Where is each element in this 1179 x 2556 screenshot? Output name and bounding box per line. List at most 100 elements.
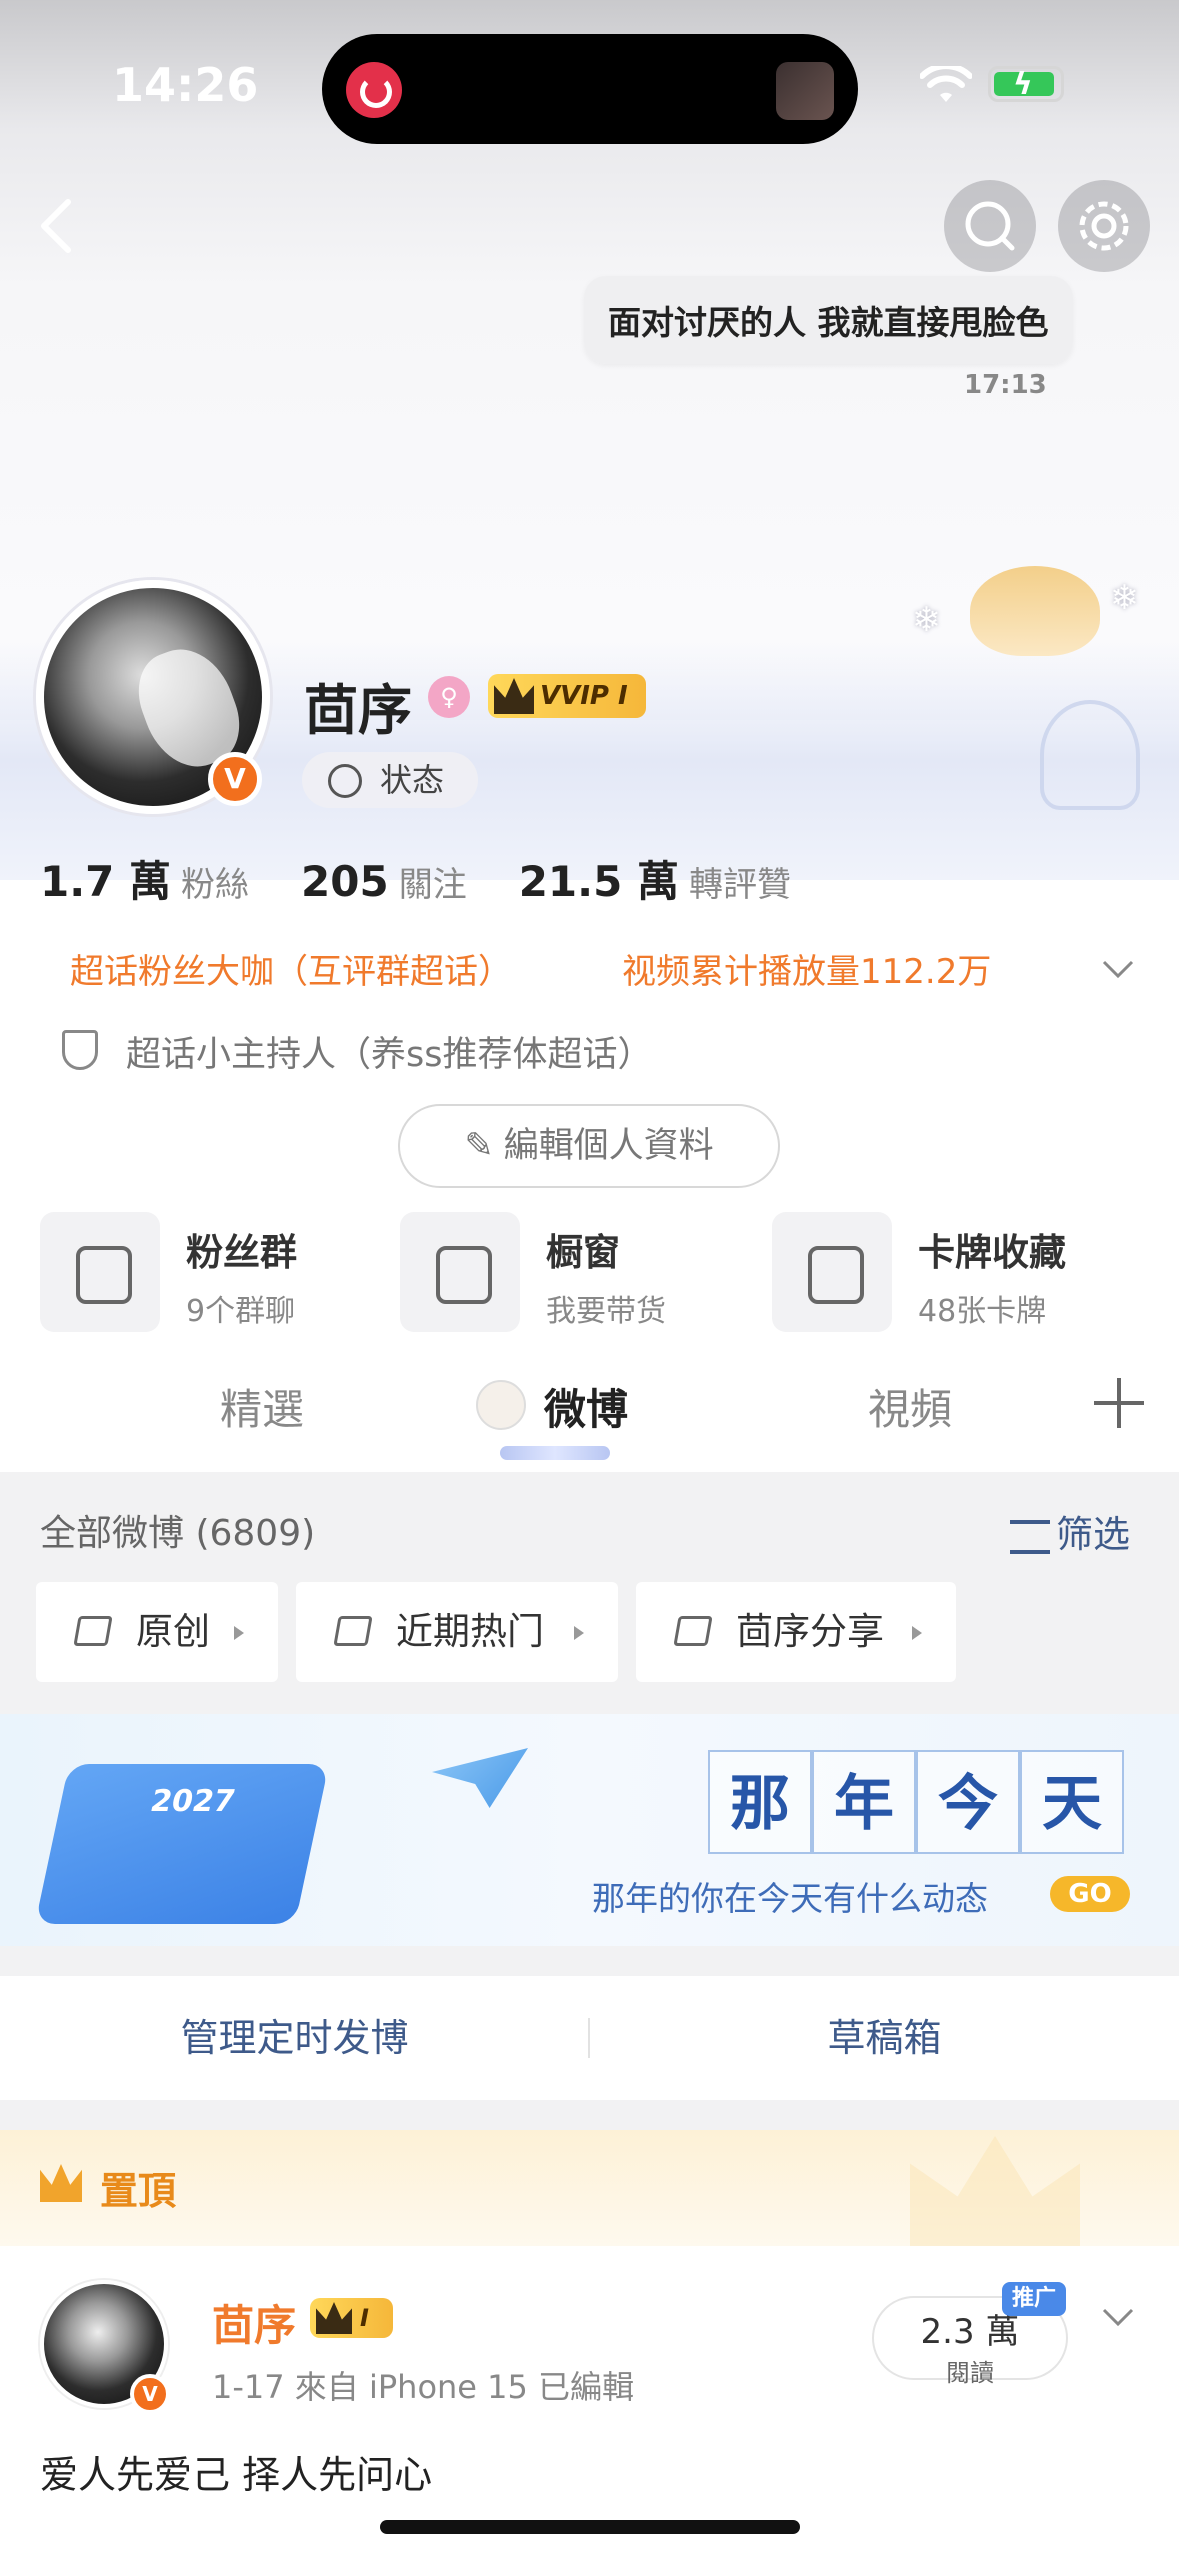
drafts-button[interactable]: 草稿箱	[590, 1976, 1179, 2100]
reads-label: 閱讀	[946, 2359, 994, 2387]
layers-icon	[333, 1616, 373, 1646]
vvip-badge-label: VVIP I	[540, 681, 628, 711]
bell-bow-decoration	[1040, 700, 1140, 810]
banner-char: 年	[812, 1750, 916, 1854]
profile-tag[interactable]: 超话粉丝大咖（互评群超话）	[70, 944, 512, 993]
feature-subtitle: 48张卡牌	[918, 1294, 1047, 1329]
banner-char: 今	[916, 1750, 1020, 1854]
calendar-year: 2027	[147, 1784, 239, 1819]
snowflake-icon: ❄	[1110, 578, 1139, 618]
feature-showcase[interactable]: 橱窗 我要带货	[400, 1212, 740, 1332]
battery-icon: ϟ	[988, 66, 1064, 102]
promote-badge[interactable]: 推广	[1002, 2282, 1066, 2316]
filter-label: 筛选	[1056, 1513, 1130, 1556]
chevron-down-icon[interactable]	[1100, 950, 1136, 986]
layers-icon	[73, 1616, 113, 1646]
following-label[interactable]: 關注	[399, 865, 467, 905]
chip-share[interactable]: 茴序分享	[636, 1582, 956, 1682]
post-text[interactable]: 爱人先爱己 择人先问心	[40, 2444, 432, 2499]
tab-featured[interactable]: 精選	[220, 1376, 304, 1437]
feature-subtitle: 9个群聊	[186, 1294, 296, 1329]
shield-icon	[62, 1030, 98, 1070]
sort-filter-icon	[1010, 1519, 1050, 1554]
chip-label: 近期热门	[396, 1610, 544, 1653]
triangle-right-icon	[912, 1626, 922, 1640]
dynamic-island	[322, 34, 858, 144]
vvip-badge[interactable]: VVIP I	[488, 674, 646, 718]
search-button[interactable]	[944, 180, 1036, 272]
pinned-label: 置頂	[100, 2169, 177, 2213]
snowflake-icon: ❄	[912, 600, 941, 640]
chip-label: 原创	[136, 1610, 210, 1653]
smiley-plus-icon	[328, 764, 362, 798]
banner-subtitle: 那年的你在今天有什么动态	[592, 1879, 988, 1918]
snowman-icon	[476, 1380, 526, 1430]
section-divider	[0, 2100, 1179, 2130]
status-button[interactable]: 状态	[302, 752, 478, 808]
feature-title: 橱窗	[546, 1231, 620, 1274]
chip-original[interactable]: 原创	[36, 1582, 278, 1682]
edit-profile-label: 編輯個人資料	[503, 1126, 714, 1166]
add-tab-plus-icon[interactable]	[1094, 1378, 1144, 1428]
post-meta: 1-17 來自 iPhone 15 已編輯	[212, 2368, 635, 2406]
feature-fan-group[interactable]: 粉丝群 9个群聊	[40, 1212, 380, 1332]
honor-row[interactable]: 超话小主持人（养ss推荐体超话）	[62, 1026, 652, 1077]
chevron-down-icon[interactable]	[1100, 2298, 1136, 2334]
all-posts-count: 全部微博 (6809)	[40, 1513, 316, 1554]
search-icon	[965, 201, 1015, 251]
engagement-label[interactable]: 轉評贊	[689, 865, 791, 905]
engagement-count[interactable]: 21.5 萬	[519, 857, 679, 906]
filter-button[interactable]: 筛选	[1010, 1504, 1130, 1558]
people-icon	[40, 1212, 160, 1332]
active-tab-indicator	[500, 1446, 610, 1460]
layers-icon	[673, 1616, 713, 1646]
profile-tag[interactable]: 视频累计播放量112.2万	[622, 944, 991, 993]
verified-badge-icon: V	[130, 2374, 170, 2414]
female-gender-icon: ♀	[428, 676, 470, 718]
pencil-icon: ✎	[464, 1126, 494, 1166]
triangle-right-icon	[234, 1626, 244, 1640]
profile-stats: 1.7 萬粉絲 205 關注 21.5 萬轉評贊	[40, 848, 843, 909]
vip-badge[interactable]: I	[310, 2298, 393, 2338]
section-divider	[0, 1946, 1179, 1976]
banner-char: 那	[708, 1750, 812, 1854]
vip-badge-label: I	[360, 2304, 369, 2332]
shopping-bag-icon	[400, 1212, 520, 1332]
card-icon	[772, 1212, 892, 1332]
album-thumbnail	[776, 62, 834, 120]
feature-title: 粉丝群	[186, 1231, 297, 1274]
music-app-icon	[346, 62, 402, 118]
status-button-label: 状态	[380, 761, 445, 799]
edit-profile-button[interactable]: ✎ 編輯個人資料	[398, 1104, 780, 1188]
following-count[interactable]: 205	[301, 857, 389, 906]
status-message-time: 17:13	[964, 370, 1047, 400]
mascot-sticker	[970, 566, 1100, 656]
feature-card-collection[interactable]: 卡牌收藏 48张卡牌	[772, 1212, 1132, 1332]
back-chevron-icon[interactable]	[30, 196, 90, 256]
wifi-icon	[920, 66, 972, 102]
followers-label[interactable]: 粉絲	[181, 865, 249, 905]
feature-subtitle: 我要带货	[546, 1294, 666, 1329]
scheduled-posts-button[interactable]: 管理定时发博	[0, 1976, 589, 2100]
tab-weibo[interactable]: 微博	[544, 1376, 628, 1437]
post-author-name[interactable]: 茴序	[212, 2292, 296, 2353]
chip-recent-hot[interactable]: 近期热门	[296, 1582, 618, 1682]
calendar-illustration: 2027	[34, 1764, 330, 1924]
crown-icon	[316, 2302, 352, 2334]
followers-count[interactable]: 1.7 萬	[40, 857, 171, 906]
profile-username: 茴序	[304, 679, 412, 742]
home-indicator[interactable]	[380, 2520, 800, 2534]
tab-video[interactable]: 視頻	[868, 1376, 952, 1437]
settings-button[interactable]	[1058, 180, 1150, 272]
feature-title: 卡牌收藏	[918, 1231, 1066, 1274]
status-time: 14:26	[112, 58, 259, 112]
triangle-right-icon	[574, 1626, 584, 1640]
honor-text: 超话小主持人（养ss推荐体超话）	[126, 1035, 653, 1075]
gear-icon	[1079, 201, 1129, 251]
banner-char: 天	[1020, 1750, 1124, 1854]
verified-badge-icon: V	[208, 752, 262, 806]
status-message-bubble[interactable]: 面对讨厌的人 我就直接甩脸色	[584, 276, 1073, 364]
banner-go-button[interactable]: GO	[1050, 1876, 1130, 1912]
chip-label: 茴序分享	[736, 1610, 884, 1653]
crown-icon	[494, 678, 534, 714]
